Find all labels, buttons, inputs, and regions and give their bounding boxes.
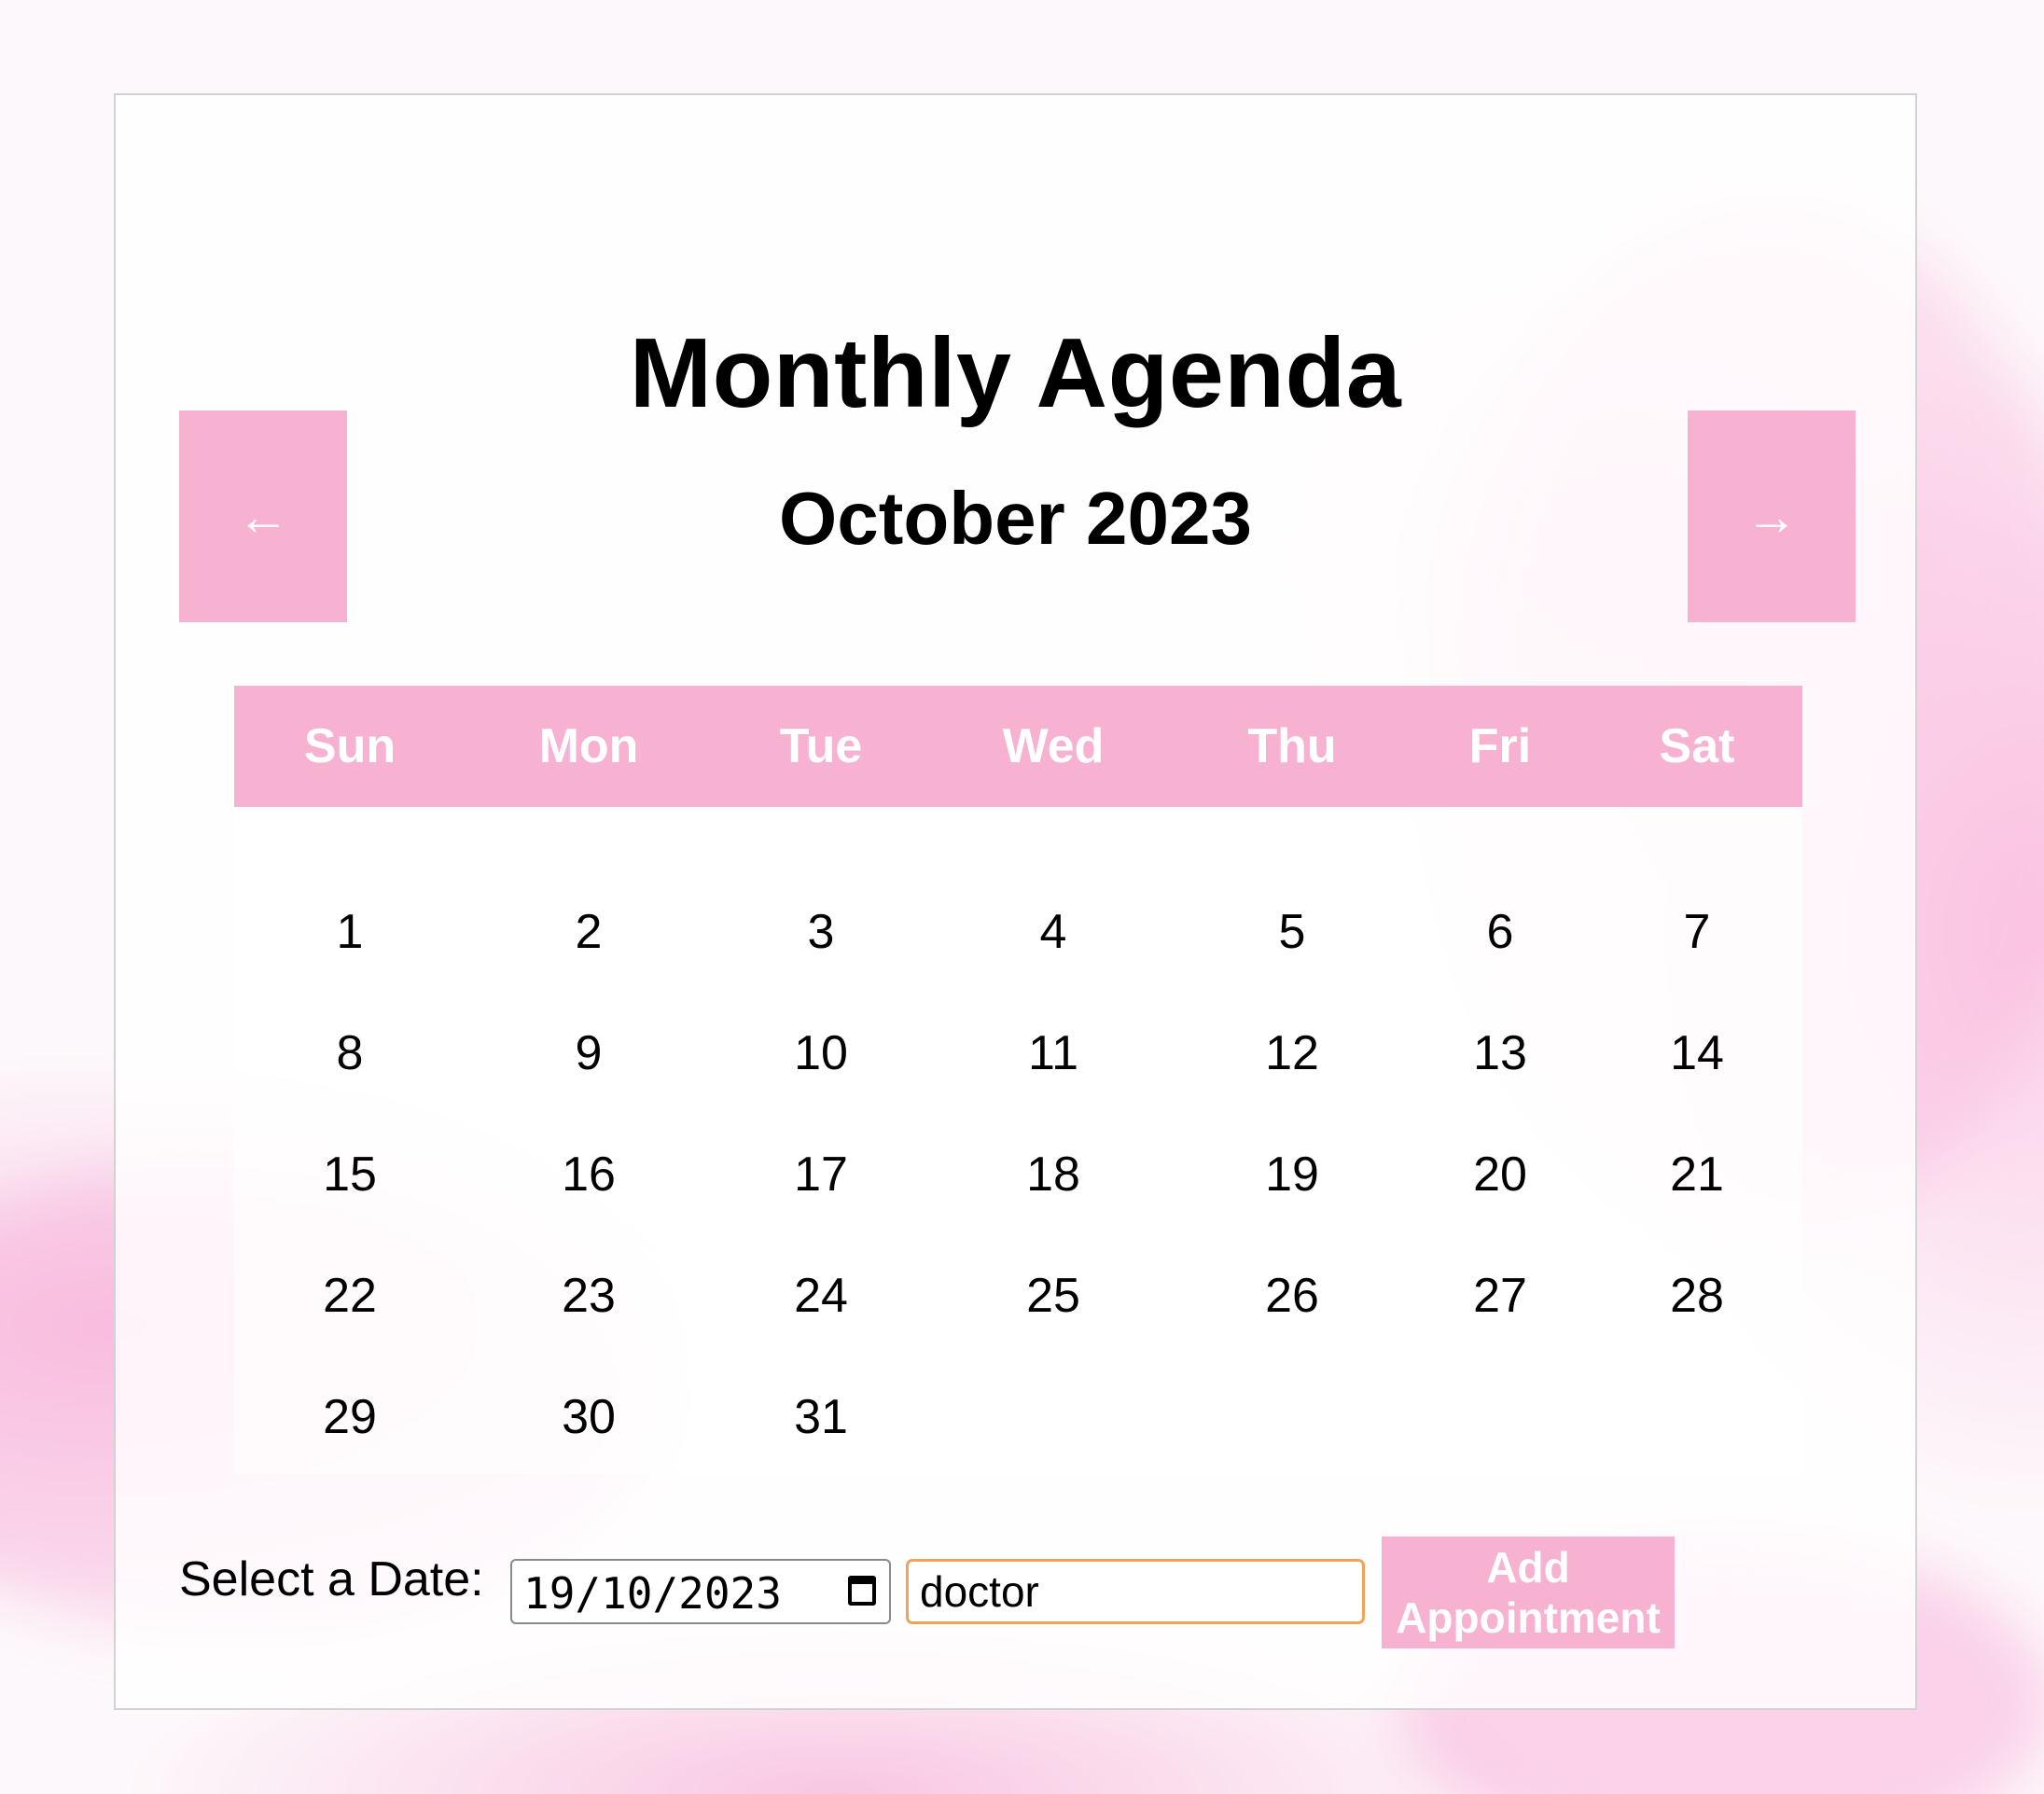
day-cell[interactable]: 24 bbox=[794, 1268, 848, 1324]
day-cell[interactable]: 4 bbox=[1040, 904, 1067, 960]
day-cell[interactable]: 30 bbox=[562, 1389, 616, 1445]
weekday-tue: Tue bbox=[779, 719, 863, 773]
day-cell[interactable]: 9 bbox=[576, 1025, 603, 1081]
date-value: 19/10/2023 bbox=[523, 1568, 782, 1619]
weekday-wed: Wed bbox=[1002, 719, 1105, 773]
day-cell[interactable]: 17 bbox=[794, 1147, 848, 1203]
day-cell[interactable]: 7 bbox=[1684, 904, 1711, 960]
calendar-icon[interactable] bbox=[848, 1576, 876, 1606]
day-cell[interactable]: 31 bbox=[794, 1389, 848, 1445]
weekday-mon: Mon bbox=[538, 719, 639, 773]
day-cell[interactable]: 23 bbox=[562, 1268, 616, 1324]
weekday-header: Sun Mon Tue Wed Thu Fri Sat bbox=[234, 686, 1802, 807]
weekday-sun: Sun bbox=[303, 719, 396, 773]
day-cell[interactable]: 28 bbox=[1670, 1268, 1724, 1324]
day-cell[interactable]: 6 bbox=[1487, 904, 1514, 960]
day-cell[interactable]: 2 bbox=[576, 904, 603, 960]
day-cell[interactable]: 14 bbox=[1670, 1025, 1724, 1081]
day-cell[interactable]: 29 bbox=[323, 1389, 377, 1445]
calendar-grid: Sun Mon Tue Wed Thu Fri Sat 1 2 3 4 5 6 7 8 9 10 1… bbox=[234, 686, 1802, 1474]
page-title: Monthly Agenda bbox=[629, 318, 1402, 428]
weekday-sat: Sat bbox=[1659, 719, 1735, 773]
day-cell[interactable]: 3 bbox=[808, 904, 835, 960]
day-cell[interactable]: 19 bbox=[1265, 1147, 1319, 1203]
next-month-button[interactable]: → bbox=[1688, 410, 1856, 622]
weekday-fri: Fri bbox=[1468, 719, 1532, 773]
date-label: Select a Date: bbox=[179, 1552, 484, 1606]
day-cell[interactable]: 20 bbox=[1473, 1147, 1527, 1203]
day-cell[interactable]: 21 bbox=[1670, 1147, 1724, 1203]
day-cell[interactable]: 12 bbox=[1265, 1025, 1319, 1081]
day-cell[interactable]: 15 bbox=[323, 1147, 377, 1203]
agenda-card: Monthly Agenda ← October 2023 → Sun Mon … bbox=[114, 93, 1917, 1710]
weekday-thu: Thu bbox=[1247, 719, 1337, 773]
day-cell[interactable]: 18 bbox=[1026, 1147, 1080, 1203]
day-cell[interactable]: 16 bbox=[562, 1147, 616, 1203]
day-cell[interactable]: 11 bbox=[1028, 1025, 1078, 1081]
day-cell[interactable]: 26 bbox=[1265, 1268, 1319, 1324]
day-cell[interactable]: 1 bbox=[337, 904, 364, 960]
day-cell[interactable]: 5 bbox=[1279, 904, 1306, 960]
day-cell[interactable]: 8 bbox=[337, 1025, 364, 1081]
day-cell[interactable]: 25 bbox=[1026, 1268, 1080, 1324]
day-cell[interactable]: 27 bbox=[1473, 1268, 1527, 1324]
add-appointment-button[interactable]: Add Appointment bbox=[1382, 1537, 1675, 1648]
appointment-text-input[interactable] bbox=[906, 1559, 1365, 1624]
day-cell[interactable]: 22 bbox=[323, 1268, 377, 1324]
month-label: October 2023 bbox=[779, 477, 1252, 560]
appointment-form: Select a Date: 19/10/2023 Add Appointmen… bbox=[116, 1535, 1915, 1648]
arrow-right-icon: → bbox=[1745, 487, 1798, 546]
day-cell[interactable]: 13 bbox=[1473, 1025, 1527, 1081]
day-cell[interactable]: 10 bbox=[794, 1025, 848, 1081]
date-input[interactable]: 19/10/2023 bbox=[510, 1559, 891, 1624]
